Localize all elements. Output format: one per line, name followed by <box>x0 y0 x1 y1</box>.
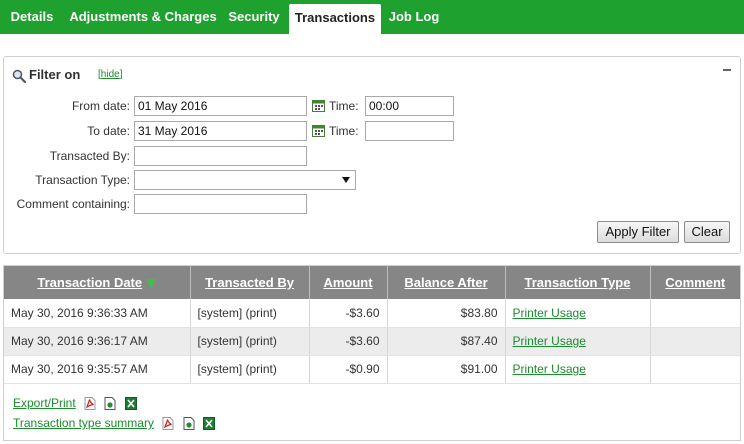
transactions-table: Transaction Date Transacted By Amount Ba… <box>4 266 740 384</box>
cell-transacted-by: [system] (print) <box>190 299 310 328</box>
from-date-label: From date: <box>71 99 130 113</box>
chevron-down-icon <box>342 177 350 183</box>
tab-security[interactable]: Security <box>222 0 286 34</box>
cell-transacted-by: [system] (print) <box>190 327 310 356</box>
cell-balance: $87.40 <box>387 327 506 356</box>
magnifier-icon <box>12 69 26 83</box>
cell-comment <box>650 327 740 356</box>
printer-usage-link[interactable]: Printer Usage <box>513 306 586 320</box>
cell-amount: -$0.90 <box>309 355 388 384</box>
transacted-by-label: Transacted By: <box>49 149 130 163</box>
cell-comment <box>650 355 740 384</box>
to-time-input[interactable] <box>365 121 454 141</box>
comment-input[interactable] <box>134 194 307 214</box>
to-date-input[interactable]: 31 May 2016 <box>134 121 307 141</box>
cell-comment <box>650 299 740 328</box>
cell-amount: -$3.60 <box>309 327 388 356</box>
col-amount[interactable]: Amount <box>309 266 388 299</box>
printer-usage-link[interactable]: Printer Usage <box>513 362 586 376</box>
tab-job-log[interactable]: Job Log <box>381 0 447 34</box>
filter-title: Filter on <box>29 67 81 82</box>
col-balance-after[interactable]: Balance After <box>387 266 506 299</box>
filter-header: Filter on <box>12 66 80 84</box>
transactions-table-panel: Transaction Date Transacted By Amount Ba… <box>3 265 741 441</box>
tab-bar: Details Adjustments & Charges Security T… <box>0 0 744 34</box>
table-header-row: Transaction Date Transacted By Amount Ba… <box>4 266 740 299</box>
to-date-label: To date: <box>87 124 130 138</box>
sort-desc-icon <box>146 279 157 289</box>
table-row: May 30, 2016 9:35:57 AM [system] (print)… <box>4 355 740 384</box>
transacted-by-input[interactable] <box>134 146 307 166</box>
export-print-row: Export/Print <box>13 395 137 411</box>
transaction-type-summary-link[interactable]: Transaction type summary <box>13 416 154 430</box>
excel-icon[interactable] <box>124 397 137 411</box>
pdf-icon[interactable] <box>84 397 96 411</box>
col-transaction-date[interactable]: Transaction Date <box>4 266 191 299</box>
filter-panel: Filter on [hide] From date: 01 May 2016 … <box>3 56 741 254</box>
table-row: May 30, 2016 9:36:17 AM [system] (print)… <box>4 327 740 356</box>
clear-button[interactable]: Clear <box>684 221 730 243</box>
comment-label: Comment containing: <box>16 197 130 211</box>
cell-type: Printer Usage <box>505 299 651 328</box>
col-transacted-by[interactable]: Transacted By <box>190 266 310 299</box>
calendar-icon[interactable] <box>312 99 325 112</box>
cell-date: May 30, 2016 9:36:17 AM <box>4 327 191 356</box>
col-transaction-type[interactable]: Transaction Type <box>505 266 651 299</box>
cell-transacted-by: [system] (print) <box>190 355 310 384</box>
col-comment[interactable]: Comment <box>650 266 740 299</box>
html-doc-icon[interactable] <box>183 417 195 431</box>
table-row: May 30, 2016 9:36:33 AM [system] (print)… <box>4 299 740 328</box>
tab-adjustments-charges[interactable]: Adjustments & Charges <box>64 0 222 34</box>
cell-balance: $83.80 <box>387 299 506 328</box>
cell-date: May 30, 2016 9:36:33 AM <box>4 299 191 328</box>
collapse-icon[interactable] <box>722 65 732 75</box>
tab-transactions[interactable]: Transactions <box>289 4 381 34</box>
cell-type: Printer Usage <box>505 355 651 384</box>
transaction-type-label: Transaction Type: <box>35 173 130 187</box>
excel-icon[interactable] <box>202 417 215 431</box>
summary-row: Transaction type summary <box>13 415 215 431</box>
hide-filter-link[interactable]: [hide] <box>98 69 122 80</box>
transaction-type-select[interactable] <box>134 170 356 190</box>
printer-usage-link[interactable]: Printer Usage <box>513 334 586 348</box>
cell-type: Printer Usage <box>505 327 651 356</box>
cell-amount: -$3.60 <box>309 299 388 328</box>
tab-details[interactable]: Details <box>0 0 64 34</box>
from-date-input[interactable]: 01 May 2016 <box>134 96 307 116</box>
html-doc-icon[interactable] <box>104 397 116 411</box>
export-print-link[interactable]: Export/Print <box>13 396 76 410</box>
pdf-icon[interactable] <box>162 417 174 431</box>
apply-filter-button[interactable]: Apply Filter <box>597 221 679 243</box>
cell-date: May 30, 2016 9:35:57 AM <box>4 355 191 384</box>
cell-balance: $91.00 <box>387 355 506 384</box>
to-time-label: Time: <box>329 124 359 138</box>
from-time-label: Time: <box>329 99 359 113</box>
from-time-input[interactable]: 00:00 <box>365 96 454 116</box>
calendar-icon[interactable] <box>312 124 325 137</box>
